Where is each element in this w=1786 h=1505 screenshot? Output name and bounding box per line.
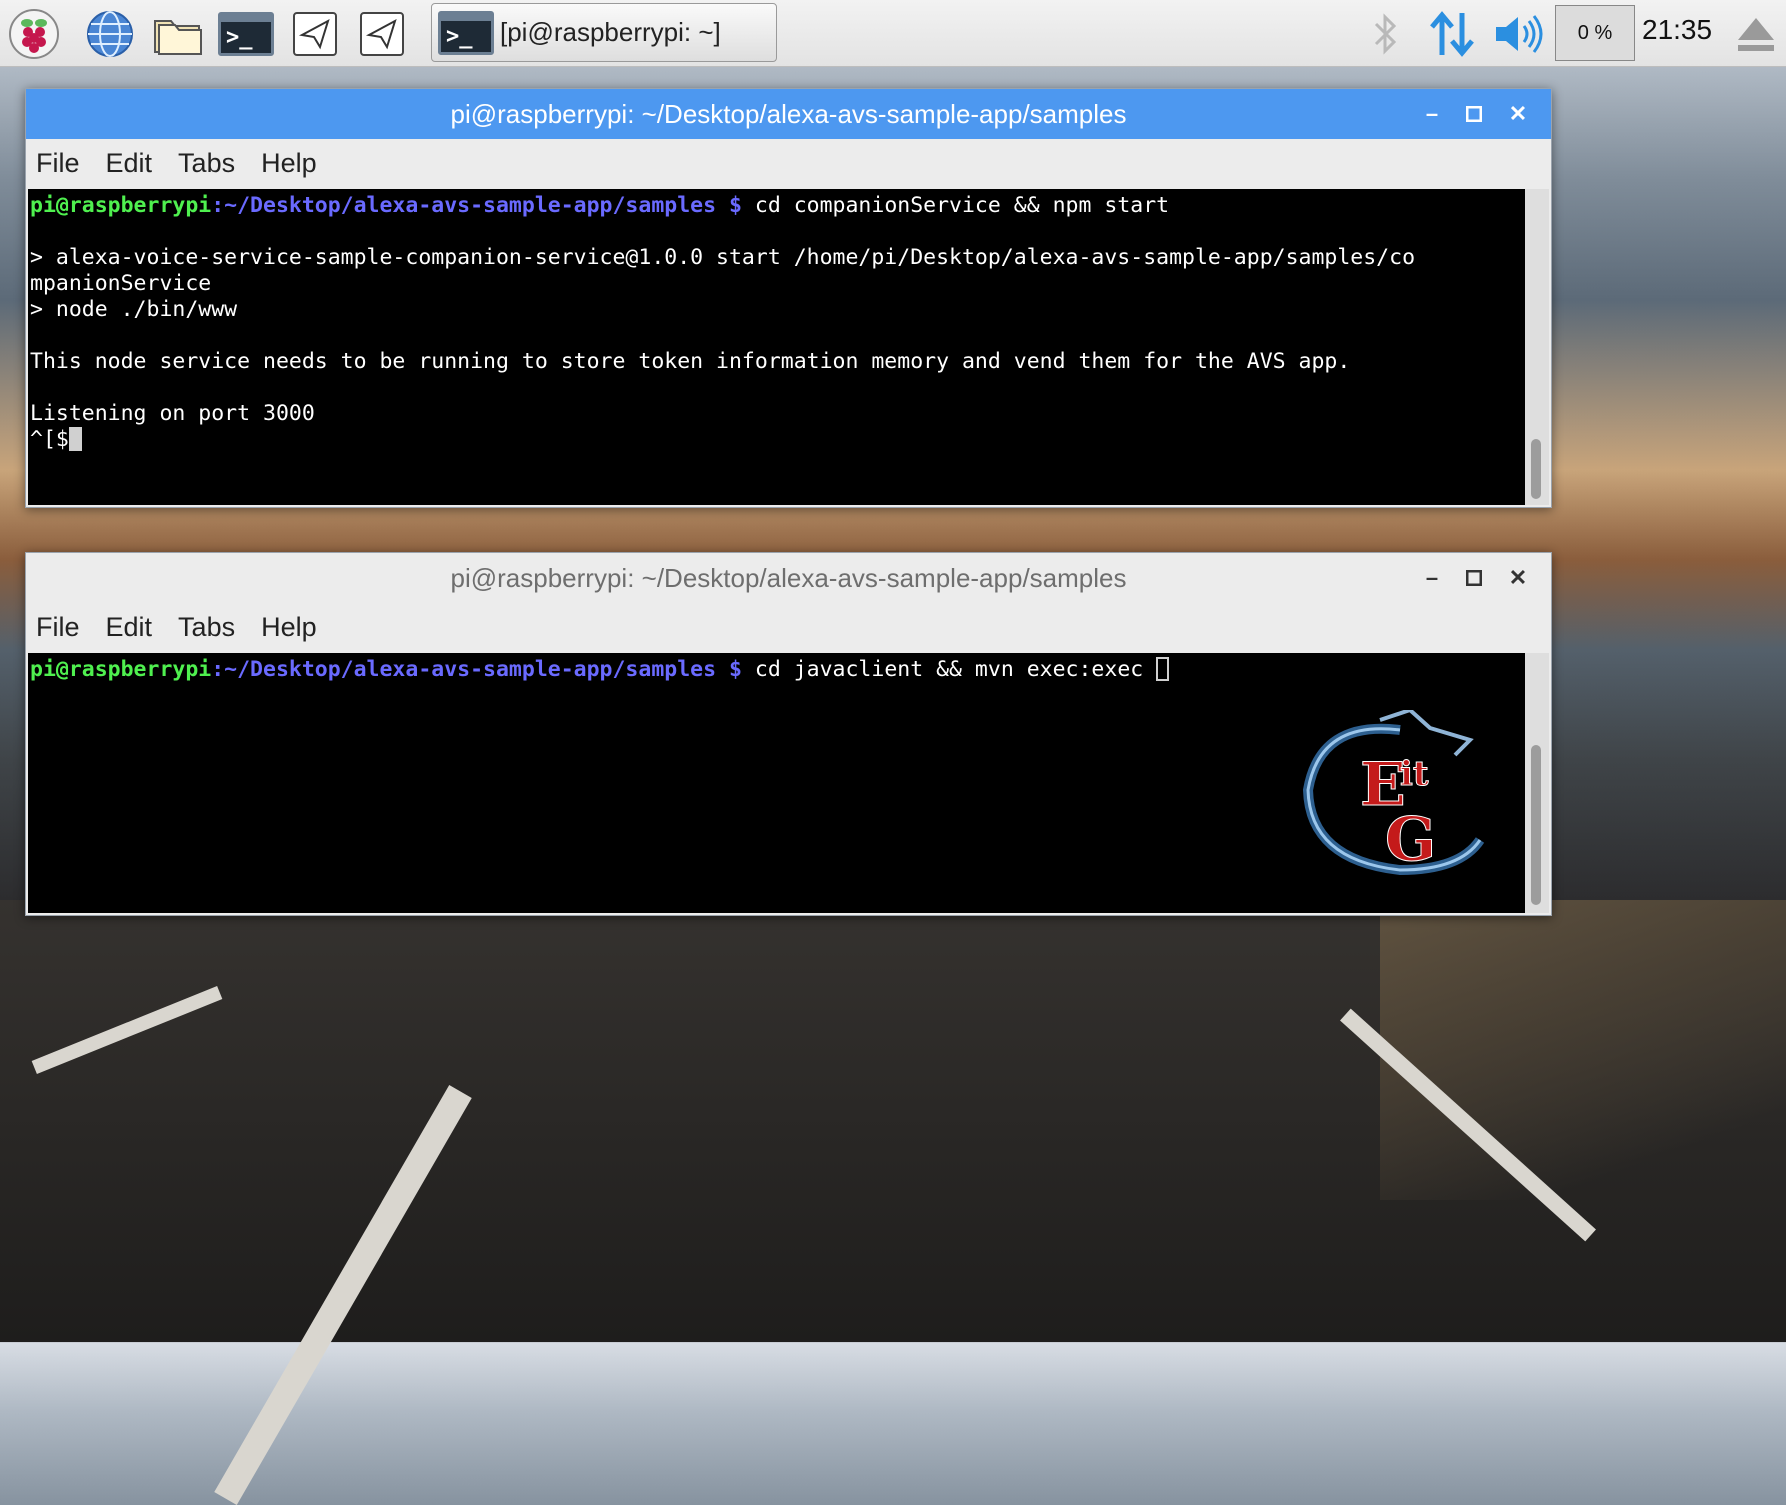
menu-bar: File Edit Tabs Help [26,603,1551,651]
prompt-symbol: $ [716,193,742,218]
prompt-user: pi@raspberrypi [30,657,212,682]
network-updown-arrows-icon[interactable] [1424,6,1480,62]
scrollbar[interactable] [1525,189,1549,505]
taskbar-window-label: [pi@raspberrypi: ~] [500,17,721,47]
bluetooth-icon[interactable] [1357,6,1413,62]
menu-tabs[interactable]: Tabs [178,148,235,179]
menu-file[interactable]: File [36,612,80,643]
file-manager-folder-icon[interactable] [150,6,206,62]
command-text: cd companionService && npm start [741,193,1170,218]
prompt-symbol: $ [716,657,742,682]
output-line: > alexa-voice-service-sample-companion-s… [30,245,1416,270]
terminal-window-companion[interactable]: pi@raspberrypi: ~/Desktop/alexa-avs-samp… [25,88,1552,508]
menu-file[interactable]: File [36,148,80,179]
cpu-usage-value: 0 % [1577,21,1613,44]
scrollbar-thumb[interactable] [1531,745,1541,905]
window-titlebar[interactable]: pi@raspberrypi: ~/Desktop/alexa-avs-samp… [26,553,1551,603]
menu-help[interactable]: Help [261,148,317,179]
scrollbar[interactable] [1525,653,1549,913]
output-line: Listening on port 3000 [30,401,315,426]
window-title: pi@raspberrypi: ~/Desktop/alexa-avs-samp… [450,98,1127,129]
eitg-watermark-logo: E it G [1280,707,1490,880]
prompt-user: pi@raspberrypi [30,193,212,218]
logo-letter-g: G [1385,805,1436,875]
clock[interactable]: 21:35 [1642,14,1712,46]
send-plane-icon[interactable] [354,6,410,62]
raspberry-menu-icon[interactable] [6,6,62,62]
menu-edit[interactable]: Edit [106,612,153,643]
minimize-icon[interactable]: – [1417,99,1447,129]
prompt-path: :~/Desktop/alexa-avs-sample-app/samples [211,657,717,682]
output-line-last: ^[$ [30,427,69,452]
taskbar-window-button[interactable]: >_ [pi@raspberrypi: ~] [431,3,777,62]
volume-speaker-icon[interactable] [1490,6,1546,62]
text-cursor [1156,657,1170,681]
terminal-icon: >_ [438,10,494,55]
output-line: mpanionService [30,271,212,296]
maximize-icon[interactable] [1459,99,1489,129]
prompt-path: :~/Desktop/alexa-avs-sample-app/samples [211,193,717,218]
send-plane-icon[interactable] [287,6,343,62]
minimize-icon[interactable]: – [1417,563,1447,593]
menu-edit[interactable]: Edit [106,148,153,179]
wallpaper-grass [1380,900,1786,1200]
logo-letters-it: it [1400,754,1429,794]
eject-icon[interactable] [1728,6,1784,62]
command-text: cd javaclient && mvn exec:exec [741,657,1157,682]
text-cursor [68,427,82,451]
close-icon[interactable]: ✕ [1503,563,1533,593]
menu-bar: File Edit Tabs Help [26,139,1551,187]
scrollbar-thumb[interactable] [1531,439,1541,499]
web-browser-globe-icon[interactable] [82,6,138,62]
menu-help[interactable]: Help [261,612,317,643]
maximize-icon[interactable] [1459,563,1489,593]
close-icon[interactable]: ✕ [1503,99,1533,129]
menu-tabs[interactable]: Tabs [178,612,235,643]
terminal-launcher-icon[interactable]: >_ [218,6,274,62]
output-line: This node service needs to be running to… [30,349,1351,374]
top-panel: >_ >_ [pi@raspberrypi: ~] 0 % 21:35 [0,0,1786,67]
cpu-usage-monitor[interactable]: 0 % [1555,5,1635,61]
terminal-output[interactable]: pi@raspberrypi:~/Desktop/alexa-avs-sampl… [28,189,1528,505]
window-titlebar[interactable]: pi@raspberrypi: ~/Desktop/alexa-avs-samp… [26,89,1551,139]
window-title: pi@raspberrypi: ~/Desktop/alexa-avs-samp… [450,562,1127,593]
output-line: > node ./bin/www [30,297,238,322]
